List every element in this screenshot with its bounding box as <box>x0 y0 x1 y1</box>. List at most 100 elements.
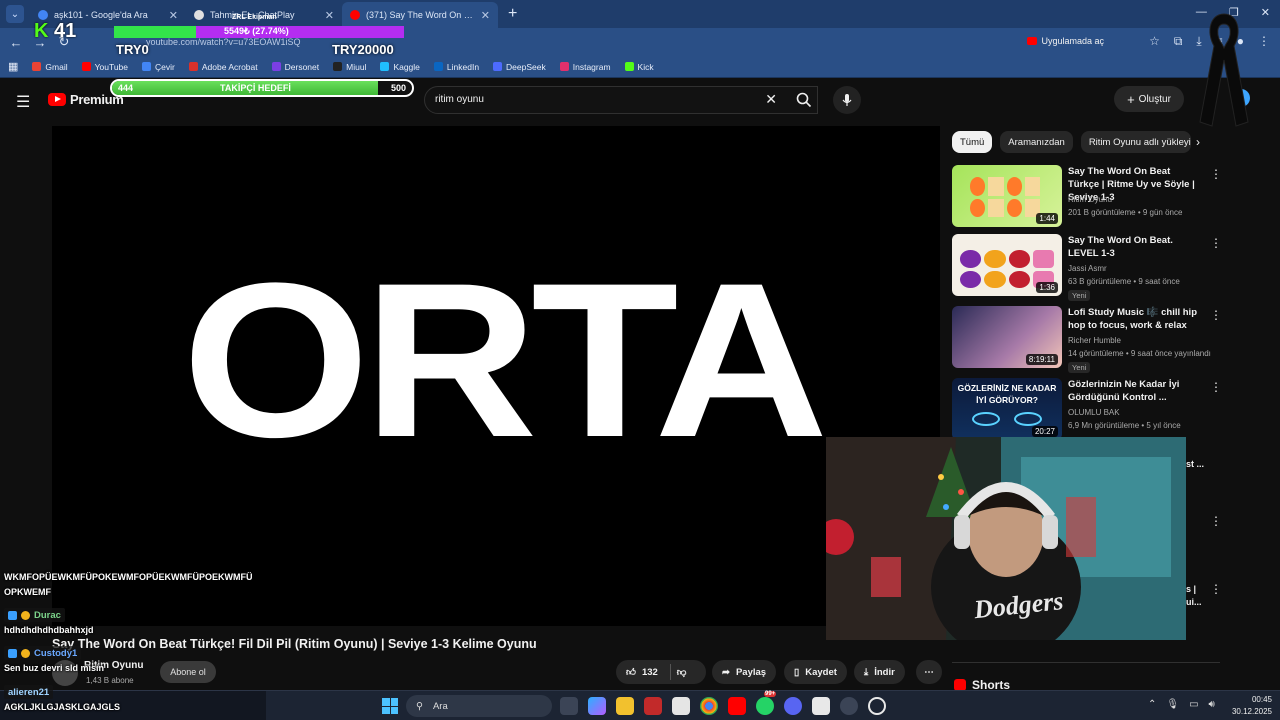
thumbs-up-icon: 👍︎ <box>626 667 636 678</box>
video-title[interactable]: Gözlerinizin Ne Kadar İyi Gördüğünü Kont… <box>1068 378 1198 404</box>
open-in-app-button[interactable]: Uygulamada aç <box>1027 36 1104 46</box>
taskbar-search[interactable]: ⚲ Ara <box>406 695 552 717</box>
recommendation-item[interactable]: 1:36 Say The Word On Beat. LEVEL 1-3 Jas… <box>952 234 1222 301</box>
bookmark-linkedin[interactable]: LinkedIn <box>433 62 479 72</box>
save-button[interactable]: ▯ Kaydet <box>784 660 847 684</box>
clear-search-icon[interactable]: ✕ <box>765 91 777 108</box>
chip-uploader[interactable]: Ritim Oyunu adlı yükleyi <box>1080 131 1191 153</box>
new-tab-button[interactable]: + <box>508 5 517 23</box>
back-icon[interactable]: ← <box>4 35 28 50</box>
discord-icon[interactable] <box>784 697 802 715</box>
chevron-right-icon[interactable]: › <box>1196 135 1200 149</box>
search-input[interactable]: ritim oyunu ✕ <box>424 86 818 114</box>
recommendation-item[interactable]: 1:44 Say The Word On Beat Türkçe | Ritme… <box>952 165 1222 229</box>
bookmarks-bar: ▦ Gmail YouTube Çevir Adobe Acrobat Ders… <box>0 56 1280 78</box>
store-icon[interactable] <box>672 697 690 715</box>
tab-search-icon[interactable]: ⌄ <box>6 5 24 23</box>
more-options-icon[interactable]: ⋮ <box>1210 582 1222 596</box>
video-title[interactable]: Lofi Study Music 🎼 chill hip hop to focu… <box>1068 306 1198 332</box>
file-explorer-icon[interactable] <box>616 697 634 715</box>
taskbar-clock[interactable]: 00:45 30.12.2025 <box>1224 694 1272 718</box>
more-options-icon[interactable]: ⋮ <box>1210 514 1222 528</box>
video-thumbnail[interactable]: 8:19:11 <box>952 306 1062 368</box>
dislike-button[interactable]: 👎︎ <box>677 666 687 678</box>
bookmark-adobe[interactable]: Adobe Acrobat <box>188 62 258 72</box>
bookmark-label: YouTube <box>94 61 129 72</box>
share-button[interactable]: ➦ Paylaş <box>712 660 777 684</box>
chrome-icon[interactable] <box>700 697 718 715</box>
bookmark-dersonet[interactable]: Dersonet <box>271 62 319 72</box>
progress-label: 5549₺ (27.74%) <box>224 26 289 36</box>
youtube-app-icon[interactable] <box>728 697 746 715</box>
channel-name[interactable]: Jassi Asmr <box>1068 264 1107 273</box>
tab-youtube[interactable]: (371) Say The Word On Beat Tü ✕ <box>342 2 498 28</box>
browser-tab-strip: ⌄ aşk101 - Google'da Ara ✕ Tahmin Et - C… <box>0 0 1280 28</box>
more-options-icon[interactable]: ⋮ <box>1210 167 1222 181</box>
close-window-icon[interactable]: ✕ <box>1261 6 1270 19</box>
create-button[interactable]: + Oluştur <box>1114 86 1184 112</box>
video-thumbnail[interactable]: 1:36 <box>952 234 1062 296</box>
apps-grid-icon[interactable]: ▦ <box>8 60 18 73</box>
more-options-icon[interactable]: ⋮ <box>1210 236 1222 250</box>
plus-icon: + <box>1127 91 1135 107</box>
hamburger-menu-icon[interactable]: ☰ <box>16 92 30 112</box>
chevron-up-icon[interactable]: ⌃ <box>1148 699 1156 710</box>
video-thumbnail[interactable]: 1:44 <box>952 165 1062 227</box>
bookmark-gmail[interactable]: Gmail <box>32 62 68 72</box>
bookmark-youtube[interactable]: YouTube <box>81 61 129 72</box>
chat-message: WKMFOPÜEWKMFÜPOKEWMFOPÜEKWMFÜPOEKWMFÜ <box>4 572 253 582</box>
follower-target: 500 <box>390 83 406 93</box>
address-bar[interactable]: youtube.com/watch?v=u73EOAW1iSQ <box>146 37 301 47</box>
channel-name[interactable]: OLUMLU BAK <box>1068 408 1120 417</box>
microphone-icon[interactable]: 🎙︎ <box>1166 699 1179 710</box>
volume-icon[interactable]: 🔊︎ <box>1209 699 1215 710</box>
channel-name[interactable]: Ritim Oyunu <box>1068 195 1112 204</box>
hidden-video-title: ui... <box>1186 597 1202 607</box>
video-thumbnail[interactable]: GÖZLERİNİZ NE KADAR İYİ GÖRÜYOR? 20:27 <box>952 378 1062 440</box>
task-view-icon[interactable] <box>560 697 578 715</box>
chat-badge-icon <box>8 648 17 658</box>
close-icon[interactable]: ✕ <box>325 9 334 22</box>
star-icon[interactable]: ☆ <box>1149 34 1160 49</box>
news-app-icon[interactable] <box>644 697 662 715</box>
more-options-icon[interactable]: ⋮ <box>1210 380 1222 394</box>
bookmark-kaggle[interactable]: Kaggle <box>380 62 420 72</box>
close-icon[interactable]: ✕ <box>481 9 490 22</box>
network-icon[interactable]: ▭ <box>1189 699 1198 710</box>
recommendation-item[interactable]: 8:19:11 Lofi Study Music 🎼 chill hip hop… <box>952 306 1222 373</box>
more-actions-button[interactable]: ⋯ <box>916 660 942 684</box>
bookmark-cevir[interactable]: Çevir <box>142 62 175 72</box>
chat-username: Custody1 <box>4 646 82 660</box>
video-player[interactable]: ORTA <box>52 126 940 626</box>
capcut-icon[interactable] <box>812 697 830 715</box>
chip-from-search[interactable]: Aramanızdan <box>1000 131 1073 153</box>
more-options-icon[interactable]: ⋮ <box>1210 308 1222 322</box>
obs-icon[interactable] <box>868 697 886 715</box>
video-title[interactable]: Say The Word On Beat. LEVEL 1-3 <box>1068 234 1198 260</box>
windows-start-icon[interactable] <box>382 698 398 714</box>
donation-goal: TRY20000 <box>332 42 394 57</box>
bookmark-instagram[interactable]: Instagram <box>559 61 611 72</box>
download-icon: ⤓ <box>864 666 869 678</box>
subscribe-button[interactable]: Abone ol <box>160 661 216 683</box>
bookmark-kick[interactable]: Kick <box>624 62 654 72</box>
download-button[interactable]: ⤓ İndir <box>854 660 905 684</box>
extensions-icon[interactable]: ⧉ <box>1174 34 1183 49</box>
steam-icon[interactable] <box>840 697 858 715</box>
whatsapp-icon[interactable]: 99+ <box>756 691 777 715</box>
search-button[interactable] <box>786 86 822 114</box>
eye-icon <box>972 412 1000 426</box>
close-icon[interactable]: ✕ <box>169 9 178 22</box>
copilot-icon[interactable] <box>588 697 606 715</box>
bookmark-miuul[interactable]: Miuul <box>333 62 366 72</box>
bookmark-deepseek[interactable]: DeepSeek <box>493 62 546 72</box>
like-button[interactable]: 👍︎ 132 <box>626 666 658 679</box>
voice-search-button[interactable] <box>833 86 861 114</box>
channel-name[interactable]: Richer Humble <box>1068 336 1121 345</box>
menu-icon[interactable]: ⋮ <box>1258 34 1270 49</box>
bookmark-label: Instagram <box>572 61 611 72</box>
linkedin-icon <box>433 62 443 71</box>
chip-all[interactable]: Tümü <box>952 131 993 153</box>
recommendation-item[interactable]: GÖZLERİNİZ NE KADAR İYİ GÖRÜYOR? 20:27 G… <box>952 378 1222 442</box>
chat-message: hdhdhdhdhdbahhxjd <box>4 625 94 635</box>
